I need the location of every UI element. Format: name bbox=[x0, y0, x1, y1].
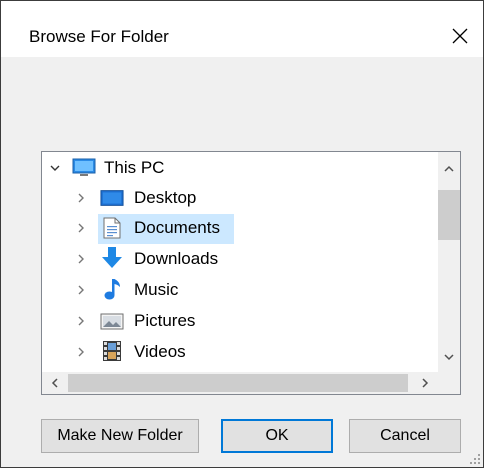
tree-item-label: Music bbox=[134, 280, 179, 299]
chevron-down-icon[interactable] bbox=[48, 161, 62, 175]
folder-tree[interactable]: This PC Desktop Documents Downloads Musi… bbox=[41, 151, 461, 395]
tree-item-desktop[interactable]: Desktop bbox=[42, 184, 438, 212]
pictures-icon bbox=[100, 310, 124, 332]
chevron-left-icon bbox=[51, 378, 58, 388]
chevron-right-icon[interactable] bbox=[74, 283, 88, 297]
scrollbar-corner bbox=[438, 372, 460, 394]
tree-item-label: Pictures bbox=[134, 311, 196, 330]
chevron-right-icon[interactable] bbox=[74, 314, 88, 328]
chevron-right-icon[interactable] bbox=[74, 345, 88, 359]
desktop-icon bbox=[100, 187, 124, 209]
tree-item-label: Downloads bbox=[134, 249, 219, 268]
scroll-left-button[interactable] bbox=[44, 372, 66, 394]
title-bar: Browse For Folder bbox=[1, 1, 483, 57]
tree-item-documents[interactable]: Documents bbox=[42, 214, 438, 242]
dialog-title: Browse For Folder bbox=[29, 27, 169, 46]
scroll-up-button[interactable] bbox=[438, 158, 460, 180]
tree-item-label: Desktop bbox=[134, 188, 197, 207]
documents-icon bbox=[100, 217, 124, 239]
horizontal-scroll-thumb[interactable] bbox=[68, 374, 408, 392]
chevron-down-icon bbox=[444, 354, 454, 361]
ok-button[interactable]: OK bbox=[221, 419, 333, 453]
close-icon bbox=[452, 28, 468, 44]
vertical-scrollbar[interactable] bbox=[438, 152, 460, 374]
tree-item-music[interactable]: Music bbox=[42, 276, 438, 304]
close-button[interactable] bbox=[443, 19, 477, 53]
chevron-right-icon[interactable] bbox=[74, 191, 88, 205]
downloads-icon bbox=[100, 247, 124, 269]
tree-item-label: Documents bbox=[134, 218, 220, 237]
computer-icon bbox=[72, 157, 96, 179]
scroll-down-button[interactable] bbox=[438, 346, 460, 368]
chevron-right-icon bbox=[422, 378, 429, 388]
cancel-button[interactable]: Cancel bbox=[349, 419, 461, 453]
tree-item-videos[interactable]: Videos bbox=[42, 338, 438, 366]
chevron-right-icon[interactable] bbox=[74, 252, 88, 266]
tree-item-label: Videos bbox=[134, 342, 186, 361]
chevron-up-icon bbox=[444, 165, 454, 172]
tree-item-pictures[interactable]: Pictures bbox=[42, 307, 438, 335]
browse-for-folder-dialog: Browse For Folder This PC Desktop Docume… bbox=[0, 0, 484, 468]
videos-icon bbox=[100, 340, 124, 362]
resize-grip-icon[interactable] bbox=[467, 451, 481, 465]
music-icon bbox=[100, 278, 124, 300]
make-new-folder-button[interactable]: Make New Folder bbox=[41, 419, 199, 453]
tree-item-this-pc[interactable]: This PC bbox=[42, 154, 438, 182]
vertical-scroll-thumb[interactable] bbox=[438, 190, 460, 240]
tree-item-downloads[interactable]: Downloads bbox=[42, 245, 438, 273]
scroll-right-button[interactable] bbox=[414, 372, 436, 394]
chevron-right-icon[interactable] bbox=[74, 221, 88, 235]
tree-item-label: This PC bbox=[104, 158, 165, 177]
